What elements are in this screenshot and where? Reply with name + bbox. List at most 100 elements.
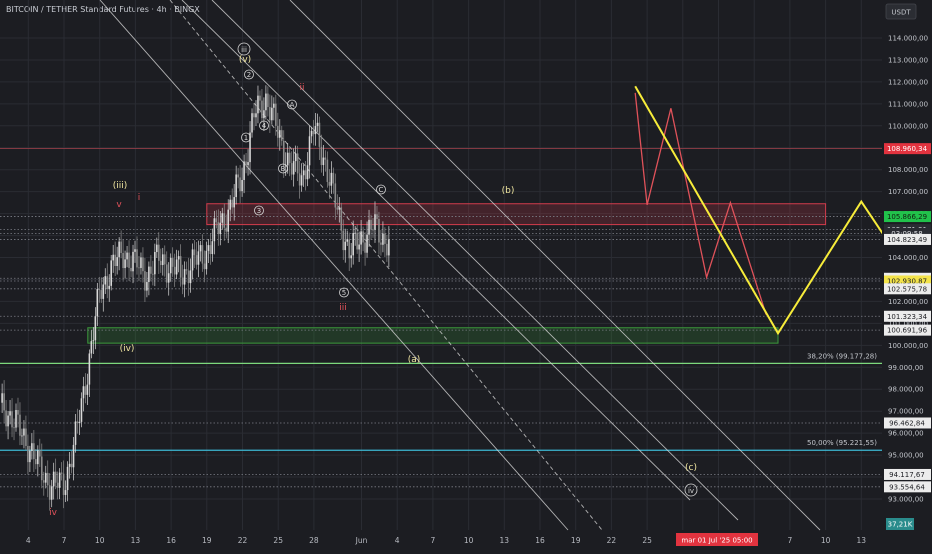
candle-body bbox=[358, 244, 360, 250]
candle-body bbox=[146, 282, 148, 291]
resistance-zone bbox=[206, 203, 827, 226]
candle-body bbox=[15, 410, 17, 428]
candle-body bbox=[167, 273, 170, 283]
degree-label: iii bbox=[241, 46, 247, 54]
candle-body bbox=[217, 222, 220, 235]
degree-label: iv bbox=[688, 487, 694, 495]
candle-body bbox=[161, 254, 164, 266]
candle-body bbox=[80, 398, 83, 422]
candle-body bbox=[312, 130, 315, 135]
candle-body bbox=[350, 255, 352, 259]
price-label-text: 96.462,84 bbox=[889, 419, 925, 427]
candle-body bbox=[100, 290, 103, 299]
candle-body bbox=[388, 239, 390, 256]
candle-body bbox=[158, 244, 160, 261]
candle-body bbox=[88, 353, 91, 385]
candle-body bbox=[286, 152, 289, 166]
x-tick-label: 10 bbox=[464, 536, 474, 545]
candle-body bbox=[320, 146, 323, 166]
candle-body bbox=[229, 199, 232, 210]
candle-body bbox=[221, 213, 224, 223]
candle-body bbox=[72, 444, 75, 468]
candle-body bbox=[302, 170, 305, 176]
candle-body bbox=[193, 249, 196, 256]
wave-count-label: C bbox=[379, 186, 384, 194]
wave-label: v bbox=[116, 200, 122, 210]
candle-body bbox=[253, 113, 255, 118]
candle-body bbox=[25, 428, 27, 446]
y-tick-label: 110.000,00 bbox=[888, 122, 928, 130]
candle-body bbox=[213, 218, 216, 242]
chart-root: BITCOIN / TETHER Standard Futures · 4h ·… bbox=[0, 0, 932, 550]
candle-body bbox=[106, 276, 109, 290]
wave-label: i bbox=[138, 193, 141, 203]
candle-body bbox=[271, 107, 273, 121]
y-tick-label: 100.000,00 bbox=[888, 342, 928, 350]
wave-label: (a) bbox=[408, 355, 421, 365]
candle-body bbox=[233, 197, 235, 208]
candle-body bbox=[288, 152, 291, 164]
candle-body bbox=[19, 414, 21, 436]
candle-body bbox=[48, 485, 51, 500]
candle-body bbox=[46, 472, 49, 486]
candle-body bbox=[243, 161, 245, 180]
fib-label: 50,00% (95.221,55) bbox=[807, 439, 877, 447]
candle-body bbox=[150, 266, 152, 274]
y-tick-label: 93.000,00 bbox=[888, 496, 924, 504]
candle-body bbox=[340, 207, 343, 231]
candle-body bbox=[120, 241, 122, 253]
candle-body bbox=[112, 254, 114, 261]
y-tick-label: 99.000,00 bbox=[888, 364, 924, 372]
candle-body bbox=[239, 177, 241, 192]
candle-body bbox=[310, 130, 313, 137]
price-label-text: 102.575,78 bbox=[887, 285, 927, 293]
chart-svg[interactable]: BITCOIN / TETHER Standard Futures · 4h ·… bbox=[0, 0, 932, 550]
time-cursor-text: mar 01 Jul '25 05:00 bbox=[681, 537, 752, 545]
x-tick-label: 7 bbox=[788, 536, 793, 545]
candle-body bbox=[56, 482, 59, 488]
candle-body bbox=[66, 466, 69, 491]
y-tick-label: 96.000,00 bbox=[888, 430, 924, 438]
candle-body bbox=[189, 270, 192, 284]
candle-body bbox=[376, 214, 378, 219]
candle-body bbox=[219, 222, 222, 235]
candle-body bbox=[205, 250, 208, 270]
candle-body bbox=[348, 239, 351, 259]
candle-body bbox=[60, 472, 63, 474]
candle-body bbox=[322, 157, 325, 166]
candle-body bbox=[370, 219, 372, 230]
candle-body bbox=[251, 113, 253, 133]
candle-body bbox=[74, 421, 77, 445]
candle-body bbox=[104, 276, 107, 285]
candle-body bbox=[211, 241, 214, 255]
candle-body bbox=[140, 257, 142, 268]
candle-body bbox=[314, 126, 317, 135]
candle-body bbox=[96, 289, 99, 317]
candle-body bbox=[380, 242, 382, 245]
wave-count-label: 4 bbox=[262, 122, 267, 130]
candle-body bbox=[197, 251, 200, 265]
candle-body bbox=[257, 95, 259, 114]
candle-body bbox=[364, 242, 366, 253]
candle-body bbox=[374, 214, 376, 230]
y-tick-label: 97.000,00 bbox=[888, 408, 924, 416]
candle-body bbox=[300, 175, 303, 186]
candle-body bbox=[316, 122, 319, 127]
wave-count-label: B bbox=[281, 165, 286, 173]
price-label-text: 105.866,29 bbox=[887, 213, 927, 221]
candle-body bbox=[175, 259, 178, 275]
x-tick-label: 4 bbox=[395, 536, 400, 545]
candle-body bbox=[265, 93, 267, 111]
candle-body bbox=[144, 271, 146, 291]
candle-body bbox=[50, 486, 53, 500]
candle-body bbox=[294, 153, 297, 162]
candle-body bbox=[368, 219, 370, 235]
wave-count-label: 3 bbox=[257, 207, 261, 215]
candle-body bbox=[142, 257, 144, 272]
candle-body bbox=[338, 207, 341, 210]
candle-body bbox=[187, 270, 190, 284]
candle-body bbox=[154, 252, 156, 275]
candle-body bbox=[23, 428, 25, 436]
wave-label: (b) bbox=[502, 186, 515, 196]
candle-body bbox=[136, 249, 138, 268]
